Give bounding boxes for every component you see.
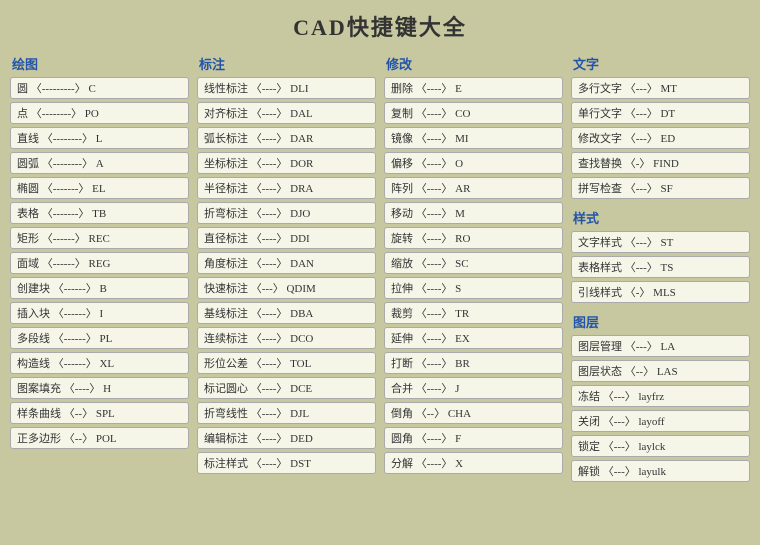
annotation-items-item-13[interactable]: 折弯线性 〈----〉 DJL bbox=[197, 402, 376, 424]
modify-items-item-14[interactable]: 圆角 〈----〉 F bbox=[384, 427, 563, 449]
section-annotation-title: 标注 bbox=[197, 54, 376, 73]
text-items-item-3[interactable]: 查找替换 〈-〉 FIND bbox=[571, 152, 750, 174]
section-drawing: 绘图 圆 〈---------〉 C 点 〈--------〉 PO 直线 〈---… bbox=[10, 54, 189, 485]
text-items-item-1[interactable]: 单行文字 〈---〉 DT bbox=[571, 102, 750, 124]
text-items-item-4[interactable]: 拼写检查 〈---〉 SF bbox=[571, 177, 750, 199]
drawing-items-item-0[interactable]: 圆 〈---------〉 C bbox=[10, 77, 189, 99]
layer-items-item-4[interactable]: 锁定 〈---〉 laylck bbox=[571, 435, 750, 457]
style-items: 文字样式 〈---〉 ST 表格样式 〈---〉 TS 引线样式 〈-〉 MLS bbox=[571, 231, 750, 306]
modify-items-item-11[interactable]: 打断 〈----〉 BR bbox=[384, 352, 563, 374]
modify-items-item-4[interactable]: 阵列 〈----〉 AR bbox=[384, 177, 563, 199]
main-grid: 绘图 圆 〈---------〉 C 点 〈--------〉 PO 直线 〈---… bbox=[10, 54, 750, 485]
layer-items: 图层管理 〈---〉 LA 图层状态 〈--〉 LAS 冻结 〈---〉 layfr… bbox=[571, 335, 750, 485]
modify-items-item-15[interactable]: 分解 〈----〉 X bbox=[384, 452, 563, 474]
drawing-items-item-6[interactable]: 矩形 〈------〉 REC bbox=[10, 227, 189, 249]
annotation-items-item-11[interactable]: 形位公差 〈----〉 TOL bbox=[197, 352, 376, 374]
style-items-item-2[interactable]: 引线样式 〈-〉 MLS bbox=[571, 281, 750, 303]
annotation-items-item-1[interactable]: 对齐标注 〈----〉 DAL bbox=[197, 102, 376, 124]
drawing-items-item-13[interactable]: 样条曲线 〈--〉 SPL bbox=[10, 402, 189, 424]
text-items: 多行文字 〈---〉 MT 单行文字 〈---〉 DT 修改文字 〈---〉 ED 查… bbox=[571, 77, 750, 202]
layer-items-item-3[interactable]: 关闭 〈---〉 layoff bbox=[571, 410, 750, 432]
layer-items-item-0[interactable]: 图层管理 〈---〉 LA bbox=[571, 335, 750, 357]
modify-items-item-7[interactable]: 缩放 〈----〉 SC bbox=[384, 252, 563, 274]
drawing-items-item-5[interactable]: 表格 〈-------〉 TB bbox=[10, 202, 189, 224]
annotation-items-item-8[interactable]: 快速标注 〈---〉 QDIM bbox=[197, 277, 376, 299]
annotation-items: 线性标注 〈----〉 DLI 对齐标注 〈----〉 DAL 弧长标注 〈----… bbox=[197, 77, 376, 477]
drawing-items: 圆 〈---------〉 C 点 〈--------〉 PO 直线 〈------… bbox=[10, 77, 189, 452]
annotation-items-item-2[interactable]: 弧长标注 〈----〉 DAR bbox=[197, 127, 376, 149]
modify-items-item-9[interactable]: 裁剪 〈----〉 TR bbox=[384, 302, 563, 324]
annotation-items-item-9[interactable]: 基线标注 〈----〉 DBA bbox=[197, 302, 376, 324]
drawing-items-item-1[interactable]: 点 〈--------〉 PO bbox=[10, 102, 189, 124]
section-drawing-title: 绘图 bbox=[10, 54, 189, 73]
layer-items-item-2[interactable]: 冻结 〈---〉 layfrz bbox=[571, 385, 750, 407]
modify-items-item-13[interactable]: 倒角 〈--〉 CHA bbox=[384, 402, 563, 424]
drawing-items-item-7[interactable]: 面域 〈------〉 REG bbox=[10, 252, 189, 274]
section-style-title: 样式 bbox=[571, 208, 750, 227]
annotation-items-item-6[interactable]: 直径标注 〈----〉 DDI bbox=[197, 227, 376, 249]
modify-items-item-0[interactable]: 删除 〈----〉 E bbox=[384, 77, 563, 99]
annotation-items-item-5[interactable]: 折弯标注 〈----〉 DJO bbox=[197, 202, 376, 224]
modify-items-item-12[interactable]: 合并 〈----〉 J bbox=[384, 377, 563, 399]
section-modify-title: 修改 bbox=[384, 54, 563, 73]
section-text-title: 文字 bbox=[571, 54, 750, 73]
layer-items-item-1[interactable]: 图层状态 〈--〉 LAS bbox=[571, 360, 750, 382]
annotation-items-item-0[interactable]: 线性标注 〈----〉 DLI bbox=[197, 77, 376, 99]
drawing-items-item-2[interactable]: 直线 〈--------〉 L bbox=[10, 127, 189, 149]
drawing-items-item-3[interactable]: 圆弧 〈--------〉 A bbox=[10, 152, 189, 174]
modify-items-item-10[interactable]: 延伸 〈----〉 EX bbox=[384, 327, 563, 349]
annotation-items-item-12[interactable]: 标记圆心 〈----〉 DCE bbox=[197, 377, 376, 399]
modify-items-item-1[interactable]: 复制 〈----〉 CO bbox=[384, 102, 563, 124]
annotation-items-item-14[interactable]: 编辑标注 〈----〉 DED bbox=[197, 427, 376, 449]
drawing-items-item-8[interactable]: 创建块 〈------〉 B bbox=[10, 277, 189, 299]
layer-items-item-5[interactable]: 解锁 〈---〉 layulk bbox=[571, 460, 750, 482]
modify-items-item-6[interactable]: 旋转 〈----〉 RO bbox=[384, 227, 563, 249]
section-modify: 修改 删除 〈----〉 E 复制 〈----〉 CO 镜像 〈----〉 MI 偏移… bbox=[384, 54, 563, 485]
modify-items: 删除 〈----〉 E 复制 〈----〉 CO 镜像 〈----〉 MI 偏移 〈-… bbox=[384, 77, 563, 477]
drawing-items-item-9[interactable]: 插入块 〈------〉 I bbox=[10, 302, 189, 324]
drawing-items-item-10[interactable]: 多段线 〈------〉 PL bbox=[10, 327, 189, 349]
section-annotation: 标注 线性标注 〈----〉 DLI 对齐标注 〈----〉 DAL 弧长标注 〈-… bbox=[197, 54, 376, 485]
text-items-item-2[interactable]: 修改文字 〈---〉 ED bbox=[571, 127, 750, 149]
style-items-item-0[interactable]: 文字样式 〈---〉 ST bbox=[571, 231, 750, 253]
section-right: 文字 多行文字 〈---〉 MT 单行文字 〈---〉 DT 修改文字 〈---〉 … bbox=[571, 54, 750, 485]
modify-items-item-2[interactable]: 镜像 〈----〉 MI bbox=[384, 127, 563, 149]
page-title: CAD快捷键大全 bbox=[10, 10, 750, 42]
modify-items-item-8[interactable]: 拉伸 〈----〉 S bbox=[384, 277, 563, 299]
modify-items-item-3[interactable]: 偏移 〈----〉 O bbox=[384, 152, 563, 174]
style-items-item-1[interactable]: 表格样式 〈---〉 TS bbox=[571, 256, 750, 278]
annotation-items-item-10[interactable]: 连续标注 〈----〉 DCO bbox=[197, 327, 376, 349]
modify-items-item-5[interactable]: 移动 〈----〉 M bbox=[384, 202, 563, 224]
text-items-item-0[interactable]: 多行文字 〈---〉 MT bbox=[571, 77, 750, 99]
drawing-items-item-11[interactable]: 构造线 〈------〉 XL bbox=[10, 352, 189, 374]
annotation-items-item-15[interactable]: 标注样式 〈----〉 DST bbox=[197, 452, 376, 474]
section-layer-title: 图层 bbox=[571, 312, 750, 331]
drawing-items-item-12[interactable]: 图案填充 〈----〉 H bbox=[10, 377, 189, 399]
annotation-items-item-7[interactable]: 角度标注 〈----〉 DAN bbox=[197, 252, 376, 274]
annotation-items-item-3[interactable]: 坐标标注 〈----〉 DOR bbox=[197, 152, 376, 174]
drawing-items-item-4[interactable]: 椭圆 〈-------〉 EL bbox=[10, 177, 189, 199]
drawing-items-item-14[interactable]: 正多边形 〈--〉 POL bbox=[10, 427, 189, 449]
annotation-items-item-4[interactable]: 半径标注 〈----〉 DRA bbox=[197, 177, 376, 199]
